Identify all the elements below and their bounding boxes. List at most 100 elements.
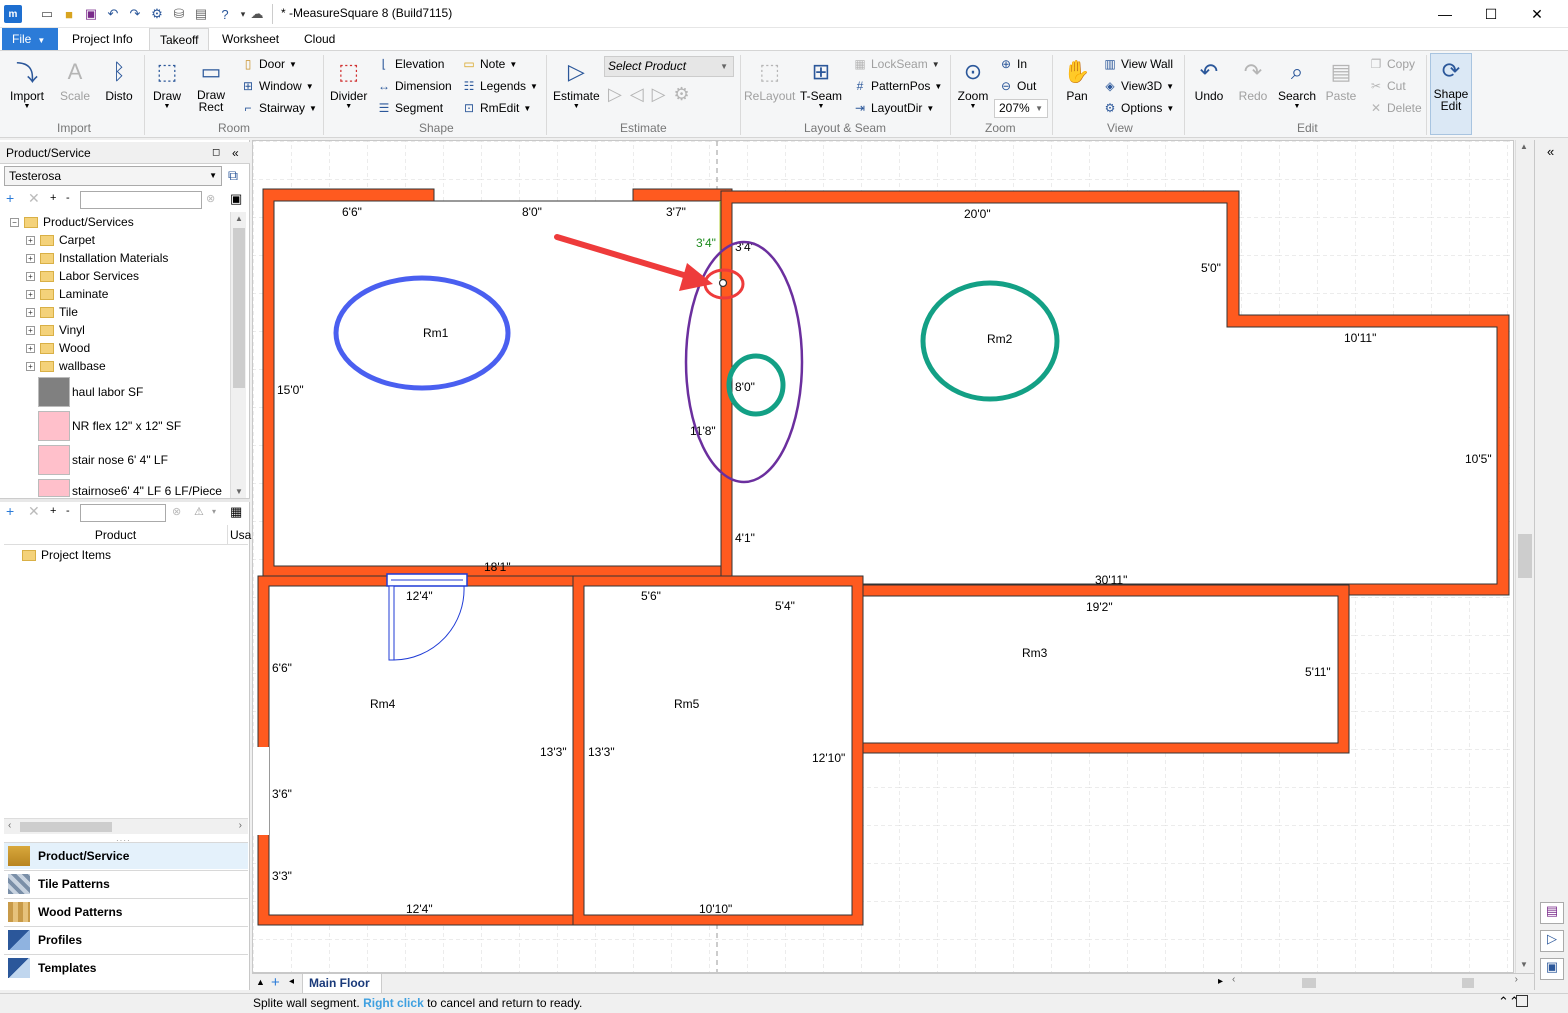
product-item[interactable]: NR flex 12" x 12" SF xyxy=(72,417,181,435)
zoom-level-select[interactable]: 207% ▼ xyxy=(994,99,1048,118)
segment-button[interactable]: ☰ Segment xyxy=(376,98,443,118)
window-button[interactable]: ⊞ Window ▼ xyxy=(240,76,314,96)
prev-floor-icon[interactable]: ◂ xyxy=(289,976,294,987)
nav-tile-patterns[interactable]: Tile Patterns xyxy=(4,870,248,897)
select-product-dropdown[interactable]: Select Product ▼ xyxy=(604,56,734,77)
open-folder-icon[interactable]: ■ xyxy=(60,5,78,23)
project-search-input[interactable] xyxy=(80,504,166,522)
canvas-v-scrollbar[interactable]: ▲ ▼ xyxy=(1515,140,1533,973)
undo-button[interactable]: ↶ Undo xyxy=(1192,55,1226,103)
patternpos-button[interactable]: # PatternPos ▼ xyxy=(852,76,943,96)
store-select[interactable]: Testerosa ▼ xyxy=(4,166,222,186)
close-icon[interactable]: ✕ xyxy=(1514,0,1560,28)
nav-product-service[interactable]: Product/Service xyxy=(4,842,248,869)
tree-item-wallbase[interactable]: + wallbase xyxy=(26,357,106,375)
tree-item-laminate[interactable]: + Laminate xyxy=(26,285,108,303)
view3d-button[interactable]: ◈ View3D ▼ xyxy=(1102,76,1174,96)
settings-gear-icon[interactable]: ⚙ xyxy=(148,5,166,23)
save-icon[interactable]: ▣ xyxy=(82,5,100,23)
t-seam-button[interactable]: ⊞ T-Seam ▼ xyxy=(800,55,842,110)
minimize-icon[interactable]: — xyxy=(1422,0,1468,28)
paste-button[interactable]: ▤ Paste xyxy=(1324,55,1358,103)
expand-right-panel-icon[interactable]: « xyxy=(1547,144,1554,159)
add-product-button[interactable]: + xyxy=(6,190,14,206)
estimate-button[interactable]: ▷ Estimate ▼ xyxy=(553,55,600,110)
divider-button[interactable]: ⬚ Divider ▼ xyxy=(330,55,367,110)
disto-button[interactable]: ᛒ Disto xyxy=(102,55,136,103)
grid-toggle-icon[interactable]: ▦ xyxy=(230,504,242,520)
scale-button[interactable]: A Scale xyxy=(58,55,92,103)
split-point-marker[interactable] xyxy=(718,278,728,288)
options-button[interactable]: ⚙ Options ▼ xyxy=(1102,98,1175,118)
next-floor-icon[interactable]: ▸ xyxy=(1218,976,1223,987)
product-item[interactable]: haul labor SF xyxy=(72,383,143,401)
warning-dropdown-icon[interactable]: ▾ xyxy=(212,507,216,516)
tree-item-installation[interactable]: + Installation Materials xyxy=(26,249,168,267)
room-rm4[interactable] xyxy=(253,575,584,926)
help-icon[interactable]: ? xyxy=(216,5,234,23)
nav-wood-patterns[interactable]: Wood Patterns xyxy=(4,898,248,925)
tab-main-floor[interactable]: Main Floor xyxy=(302,974,382,994)
tree-item-vinyl[interactable]: + Vinyl xyxy=(26,321,85,339)
tab-file[interactable]: File ▼ xyxy=(2,28,58,50)
product-search-input[interactable] xyxy=(80,191,202,209)
add-floor-icon[interactable]: + xyxy=(271,974,280,991)
collapse-all-button[interactable]: - xyxy=(66,192,70,204)
door-button[interactable]: ▯ Door ▼ xyxy=(240,54,297,74)
room-rm1-floor[interactable] xyxy=(273,200,722,567)
column-usage[interactable]: Usa xyxy=(230,525,251,545)
zoom-button[interactable]: ⊙ Zoom ▼ xyxy=(956,55,990,110)
tree-item-carpet[interactable]: + Carpet xyxy=(26,231,95,249)
export-icon[interactable]: ▤ xyxy=(192,5,210,23)
maximize-icon[interactable]: ☐ xyxy=(1468,0,1514,28)
lockseam-button[interactable]: ▦ LockSeam ▼ xyxy=(852,54,939,74)
nav-profiles[interactable]: Profiles xyxy=(4,926,248,953)
view-wall-button[interactable]: ▥ View Wall xyxy=(1102,54,1173,74)
draw-button[interactable]: ⬚ Draw ▼ xyxy=(150,55,184,110)
collapse-project-button[interactable]: - xyxy=(66,505,70,517)
tree-item-labor[interactable]: + Labor Services xyxy=(26,267,139,285)
canvas-h-scrollbar[interactable]: ‹ › xyxy=(1230,974,1520,990)
floor-up-icon[interactable]: ▲ xyxy=(256,977,265,987)
column-product[interactable]: Product xyxy=(4,525,228,545)
import-button[interactable]: ⤵ Import ▼ xyxy=(10,55,44,110)
panel-splitter[interactable] xyxy=(0,498,250,502)
panel-toggle-icon[interactable] xyxy=(1516,995,1528,1007)
tree-root[interactable]: − Product/Services xyxy=(10,213,134,231)
redo-button[interactable]: ↷ Redo xyxy=(1236,55,1270,103)
dimension-button[interactable]: ↔ Dimension xyxy=(376,76,452,96)
zoom-out-button[interactable]: ⊖ Out xyxy=(998,76,1036,96)
project-h-scrollbar[interactable]: ‹ › xyxy=(4,818,248,834)
elevation-button[interactable]: ⌊ Elevation xyxy=(376,54,445,74)
room-rm3-floor[interactable] xyxy=(862,595,1339,744)
clear-project-search-icon[interactable]: ⊗ xyxy=(172,505,181,518)
shape-edit-button[interactable]: ⟳ Shape Edit xyxy=(1430,53,1472,135)
nav-templates[interactable]: Templates xyxy=(4,954,248,981)
warning-icon[interactable]: ⚠ xyxy=(194,505,204,518)
cloud-icon[interactable]: ☁ xyxy=(248,5,266,23)
product-item[interactable]: stair nose 6' 4" LF xyxy=(72,451,168,469)
tab-worksheet[interactable]: Worksheet xyxy=(212,28,289,50)
note-button[interactable]: ▭ Note ▼ xyxy=(461,54,517,74)
expand-all-button[interactable]: + xyxy=(50,192,56,204)
new-file-icon[interactable]: ▭ xyxy=(38,5,56,23)
zoom-in-button[interactable]: ⊕ In xyxy=(998,54,1027,74)
redo-qa-icon[interactable]: ↷ xyxy=(126,5,144,23)
legends-button[interactable]: ☷ Legends ▼ xyxy=(461,76,538,96)
project-items-root[interactable]: Project Items xyxy=(22,546,111,564)
relayout-button[interactable]: ⬚ ReLayout xyxy=(744,55,795,103)
add-project-item-button[interactable]: + xyxy=(6,503,14,519)
tab-project-info[interactable]: Project Info xyxy=(62,28,143,50)
tree-scrollbar[interactable]: ▲ ▼ xyxy=(230,212,246,498)
tab-cloud[interactable]: Cloud xyxy=(294,28,345,50)
cut-button[interactable]: ✂ Cut xyxy=(1368,76,1406,96)
pin-icon[interactable]: ◻ xyxy=(212,142,220,164)
remove-product-button[interactable]: ✕ xyxy=(28,190,40,207)
rmedit-button[interactable]: ⊡ RmEdit ▼ xyxy=(461,98,531,118)
catalog-icon[interactable]: ⧉ xyxy=(228,167,238,184)
search-button[interactable]: ⌕ Search ▼ xyxy=(1278,55,1316,110)
clear-search-icon[interactable]: ⊗ xyxy=(206,192,215,205)
expand-project-button[interactable]: + xyxy=(50,505,56,517)
tree-item-tile[interactable]: + Tile xyxy=(26,303,78,321)
view-toggle-icon[interactable]: ▣ xyxy=(230,191,242,207)
